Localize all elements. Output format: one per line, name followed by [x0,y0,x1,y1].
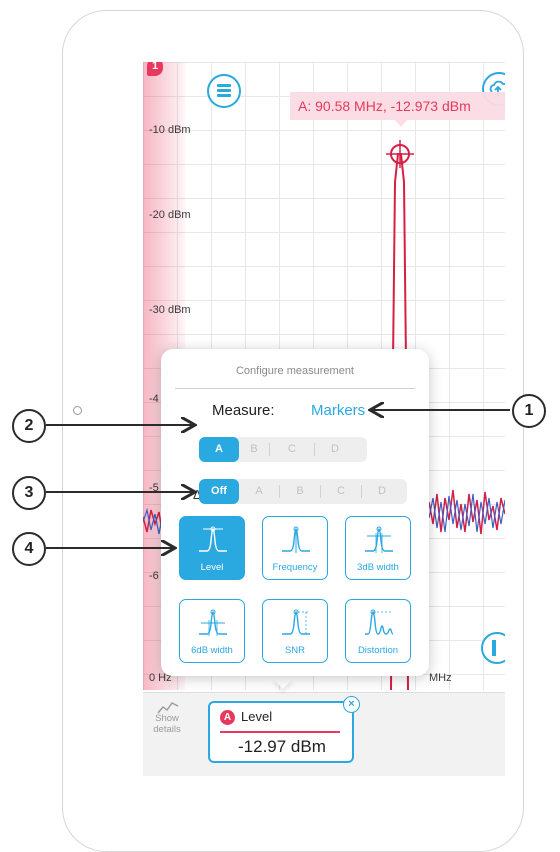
callout-2: 2 [12,409,46,443]
callout-4: 4 [12,532,46,566]
callout-leaders [46,0,510,817]
callout-1: 1 [512,394,546,428]
callout-3: 3 [12,476,46,510]
